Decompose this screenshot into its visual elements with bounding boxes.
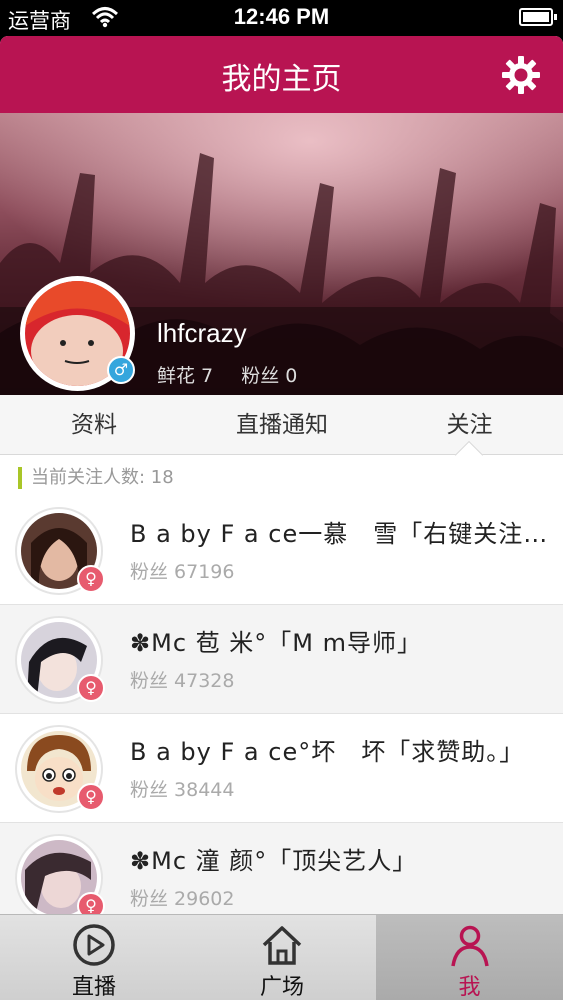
bottom-tab-bar: 直播 广场 我 <box>0 914 563 1000</box>
list-item[interactable]: ♀ ✽Mc 苞 米°「M m导师」 粉丝 47328 <box>0 605 563 714</box>
female-icon: ♀ <box>77 674 105 702</box>
following-list: ♀ B a by F a ce一慕 雪「右键关注加我」 粉丝 67196 ♀ ✽… <box>0 496 563 932</box>
username: lhfcrazy <box>157 318 247 348</box>
user-name: B a by F a ce°坏 坏「求赞助。」 <box>130 738 525 766</box>
fans-count: 粉丝 0 <box>241 365 298 387</box>
female-icon: ♀ <box>77 783 105 811</box>
female-icon: ♀ <box>77 565 105 593</box>
clock: 12:46 PM <box>233 4 330 29</box>
fans-count: 粉丝 47328 <box>130 670 235 692</box>
tab-live-notifications[interactable]: 直播通知 <box>188 395 376 455</box>
tabbar-live[interactable]: 直播 <box>0 915 188 1000</box>
profile-tabs: 资料 直播通知 关注 <box>0 395 563 455</box>
tabbar-me[interactable]: 我 <box>376 915 563 1000</box>
list-item[interactable]: ♀ B a by F a ce°坏 坏「求赞助。」 粉丝 38444 <box>0 714 563 823</box>
play-circle-icon <box>73 924 115 966</box>
user-name: ✽Mc 苞 米°「M m导师」 <box>130 629 422 657</box>
profile-stats: 鲜花 7 粉丝 0 <box>157 361 319 388</box>
home-icon <box>262 926 302 965</box>
male-icon: ♂ <box>107 356 135 384</box>
gear-icon[interactable] <box>501 55 541 95</box>
status-bar: 运营商 12:46 PM <box>0 0 563 36</box>
tabbar-label: 广场 <box>259 975 304 1000</box>
tab-profile-info[interactable]: 资料 <box>0 395 188 455</box>
nav-bar: 我的主页 <box>0 36 563 113</box>
follow-count-label: 当前关注人数: 18 <box>18 467 174 489</box>
user-name: B a by F a ce一慕 雪「右键关注加我」 <box>130 520 550 548</box>
fans-count: 粉丝 38444 <box>130 779 235 801</box>
list-item[interactable]: ♀ B a by F a ce一慕 雪「右键关注加我」 粉丝 67196 <box>0 496 563 605</box>
battery-icon <box>519 8 557 26</box>
app-screen: 我的主页 ♂ lhfcrazy 鲜花 7 粉丝 0 资料 直播通知 关注 当前关… <box>0 36 563 1000</box>
flowers-count: 鲜花 7 <box>157 365 214 387</box>
fans-count: 粉丝 29602 <box>130 888 235 910</box>
person-icon <box>451 925 489 967</box>
page-title: 我的主页 <box>221 62 342 97</box>
user-name: ✽Mc 潼 颜°「顶尖艺人」 <box>130 847 418 875</box>
profile-banner: ♂ lhfcrazy 鲜花 7 粉丝 0 <box>0 113 563 395</box>
tabbar-label: 我 <box>458 975 481 1000</box>
tabbar-square[interactable]: 广场 <box>188 915 376 1000</box>
fans-count: 粉丝 67196 <box>130 561 235 583</box>
tabbar-label: 直播 <box>71 975 116 1000</box>
